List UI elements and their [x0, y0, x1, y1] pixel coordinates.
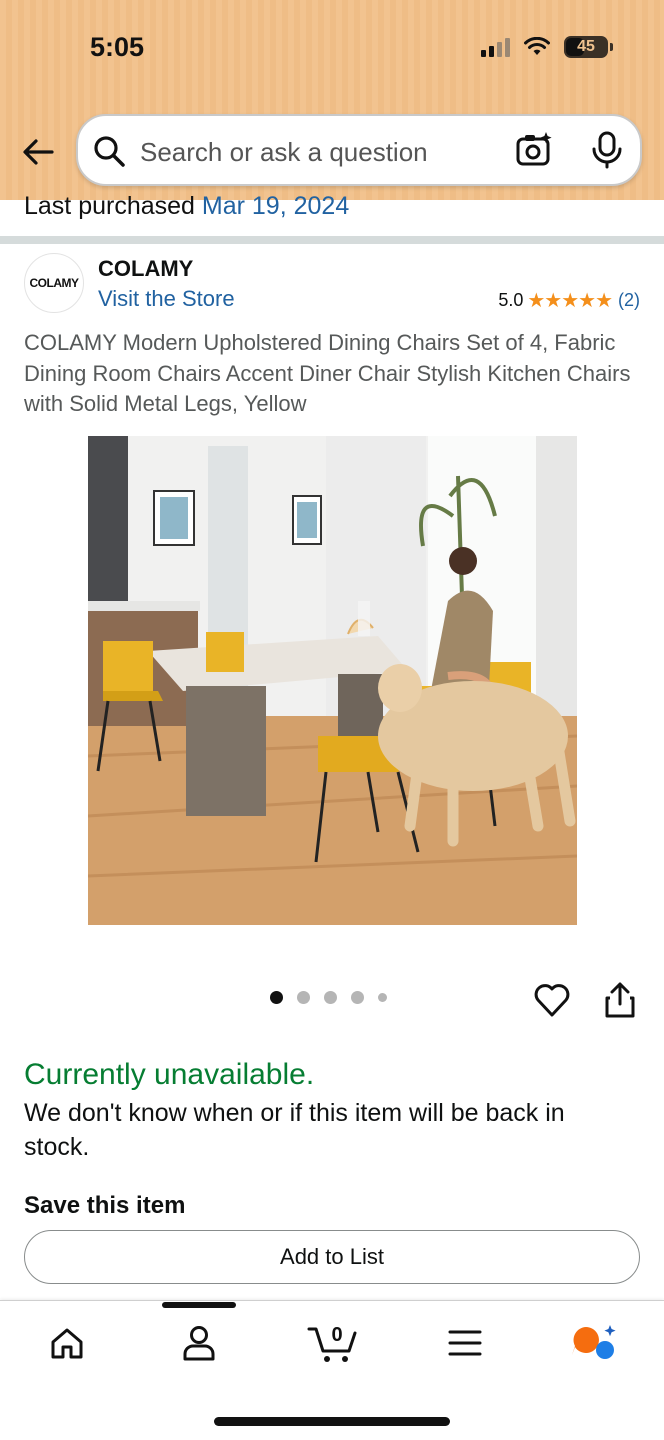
pagination-dot[interactable]: [351, 991, 364, 1004]
rating-count[interactable]: (2): [618, 290, 640, 311]
product-title: COLAMY Modern Upholstered Dining Chairs …: [24, 330, 631, 416]
star-rating-icon: ★★★★★: [527, 290, 613, 312]
microphone-icon[interactable]: [590, 130, 624, 170]
back-arrow-icon[interactable]: [18, 132, 58, 172]
status-icons: 45: [481, 36, 613, 58]
section-divider: [0, 236, 664, 244]
image-pagination[interactable]: [270, 991, 387, 1004]
cellular-signal-icon: [481, 37, 510, 57]
search-icon: [94, 136, 125, 167]
heart-icon[interactable]: [532, 980, 572, 1020]
pagination-dot[interactable]: [270, 991, 283, 1004]
cart-icon[interactable]: 0: [306, 1318, 362, 1368]
product-photo-illustration: [88, 436, 577, 925]
pagination-dot[interactable]: [378, 993, 387, 1002]
last-purchased-label: Last purchased: [24, 192, 195, 220]
search-bar[interactable]: [76, 114, 642, 186]
brand-logo-text: COLAMY: [29, 276, 80, 290]
header-bar: 5:05 45: [0, 0, 664, 200]
menu-icon[interactable]: [440, 1318, 490, 1368]
visit-store-link[interactable]: Visit the Store: [98, 286, 235, 312]
pagination-dot[interactable]: [297, 991, 310, 1004]
status-time: 5:05: [90, 32, 145, 62]
profile-icon[interactable]: [174, 1318, 224, 1368]
pagination-dot[interactable]: [324, 991, 337, 1004]
search-input[interactable]: [140, 136, 470, 168]
brand-logo[interactable]: COLAMY: [24, 253, 84, 313]
camera-lens-icon[interactable]: [514, 130, 554, 170]
last-purchased-date[interactable]: Mar 19, 2024: [202, 192, 349, 220]
last-purchased: Last purchased Mar 19, 2024: [24, 192, 349, 221]
availability-message: We don't know when or if this item will …: [24, 1099, 565, 1161]
home-indicator: [214, 1417, 450, 1426]
availability-status: Currently unavailable.: [24, 1058, 315, 1091]
share-icon[interactable]: [602, 980, 638, 1020]
battery-icon: 45: [564, 36, 613, 58]
rating-score: 5.0: [498, 290, 524, 310]
add-to-list-button[interactable]: Add to List: [24, 1230, 640, 1284]
battery-level: 45: [577, 38, 595, 55]
rufus-icon[interactable]: [570, 1318, 620, 1368]
wifi-icon: [524, 37, 550, 55]
cart-count: 0: [331, 1324, 342, 1346]
save-item-heading: Save this item: [24, 1192, 186, 1219]
active-tab-indicator: [162, 1302, 236, 1308]
brand-name: COLAMY: [98, 256, 194, 281]
home-icon[interactable]: [42, 1318, 92, 1368]
rating-summary[interactable]: 5.0 ★★★★★ (2): [498, 288, 640, 313]
product-image[interactable]: [88, 436, 577, 925]
